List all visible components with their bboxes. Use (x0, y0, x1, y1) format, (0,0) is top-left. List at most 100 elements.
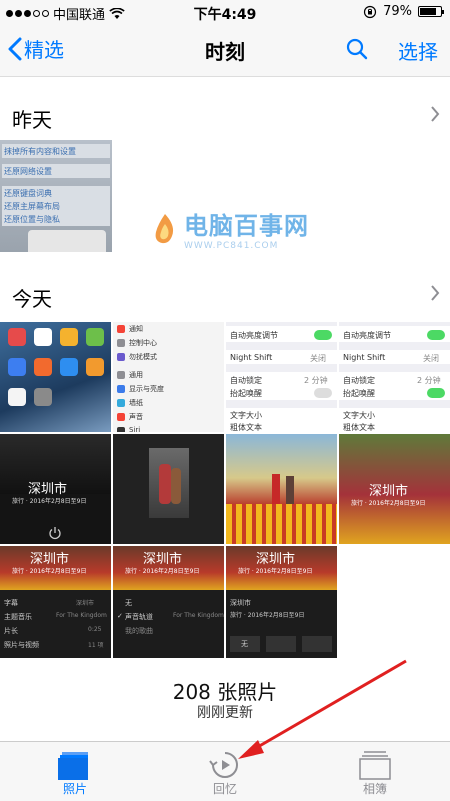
row-text: 粗体文本 (230, 423, 262, 432)
chevron-right-icon (431, 285, 440, 301)
settings-row-icon (117, 371, 125, 379)
battery-percent: 79% (383, 4, 412, 19)
watermark-logo: 电脑百事网 WWW.PC841.COM (152, 206, 309, 251)
tab-label: 相簿 (362, 782, 387, 796)
section-header-today[interactable]: 今天 (0, 263, 450, 323)
memory-title: 深圳市 (369, 484, 409, 499)
back-label: 精选 (24, 38, 64, 62)
photo-thumbnail-memory-cover[interactable]: 深圳市 旅行 · 2016年2月8日至9日 (339, 434, 450, 544)
row-text: 片长 (4, 627, 18, 635)
photo-count: 208 张照片 (172, 680, 278, 704)
tab-label: 照片 (62, 782, 87, 796)
memory-subtitle: 旅行 · 2016年2月8日至9日 (351, 500, 426, 507)
settings-row-text: 声音 (129, 413, 143, 421)
memory-title: 深圳市 (30, 552, 70, 567)
chevron-right-icon (431, 106, 440, 122)
photo-thumbnail-blurred-people[interactable] (113, 434, 224, 544)
settings-row-icon (117, 427, 125, 432)
row-text: 还原网络设置 (4, 167, 52, 176)
section-title: 今天 (12, 287, 52, 311)
tab-photos[interactable]: 照片 (0, 742, 150, 801)
photo-thumbnail-display-settings[interactable]: 自动亮度调节 Night Shift 关闭 自动锁定 2 分钟 抬起唤醒 文字大… (226, 322, 337, 432)
photo-thumbnail-home-screen[interactable] (0, 322, 111, 432)
settings-row-icon (117, 413, 125, 421)
tab-memories[interactable]: 回忆 (150, 742, 300, 801)
tab-albums[interactable]: 相簿 (300, 742, 450, 801)
tab-bar: 照片 回忆 相簿 (0, 741, 450, 801)
settings-row-text: Siri (129, 426, 141, 432)
section-header-yesterday[interactable]: 昨天 (0, 84, 450, 144)
row-text: 我的歌曲 (125, 627, 153, 635)
row-text: Night Shift (230, 353, 273, 362)
settings-row-text: 勿扰模式 (129, 353, 157, 361)
select-button[interactable]: 选择 (398, 36, 438, 65)
photo-thumbnail-settings-list[interactable]: 通知 控制中心 勿扰模式 通用 显示与亮度 墙纸 声音 Siri (113, 322, 224, 432)
row-text: 抬起唤醒 (343, 389, 375, 398)
photo-thumbnail-display-settings-2[interactable]: 自动亮度调节 Night Shift 关闭 自动锁定 2 分钟 抬起唤醒 文字大… (339, 322, 450, 432)
power-icon (49, 527, 61, 540)
row-value: For The Kingdom (56, 612, 107, 619)
watermark-url: WWW.PC841.COM (184, 241, 279, 251)
row-text: 声音轨道 (125, 613, 153, 621)
navigation-bar: 精选 时刻 选择 (0, 24, 450, 77)
row-text: 自动亮度调节 (343, 331, 391, 340)
row-text: 文字大小 (343, 411, 375, 420)
memory-title: 深圳市 (28, 482, 68, 497)
settings-row-icon (117, 325, 125, 333)
row-text: 主题音乐 (4, 613, 32, 621)
battery-icon (418, 6, 444, 17)
row-value: 2 分钟 (417, 376, 441, 385)
row-text: 字幕 (4, 599, 18, 607)
row-text: 文字大小 (230, 411, 262, 420)
row-value: 2 分钟 (304, 376, 328, 385)
page-title: 时刻 (205, 40, 245, 64)
row-value: 关闭 (423, 354, 439, 363)
back-button[interactable]: 精选 (8, 34, 64, 63)
row-text: 粗体文本 (343, 423, 375, 432)
settings-row-text: 通知 (129, 325, 143, 333)
row-text: 还原主屏幕布局 (4, 202, 60, 211)
memory-subtitle: 旅行 · 2016年2月8日至9日 (125, 568, 200, 575)
row-text: 还原键盘词典 (4, 189, 52, 198)
memory-title: 深圳市 (143, 552, 183, 567)
photo-thumbnail-memory-edit[interactable]: 深圳市 旅行 · 2016年2月8日至9日 深圳市 旅行 · 2016年2月8日… (226, 546, 337, 658)
row-value: For The Kingdom (173, 612, 224, 619)
memory-subtitle: 旅行 · 2016年2月8日至9日 (12, 568, 87, 575)
row-text: 无 (125, 599, 132, 607)
row-text: 抹掉所有内容和设置 (4, 147, 76, 156)
memory-title: 深圳市 (256, 552, 296, 567)
settings-row-icon (117, 385, 125, 393)
photo-thumbnail-music-picker[interactable]: 深圳市 旅行 · 2016年2月8日至9日 无 ✓ 声音轨道 For The K… (113, 546, 224, 658)
row-text: 深圳市 (230, 599, 251, 607)
row-value: 关闭 (310, 354, 326, 363)
row-value: 深圳市 (76, 600, 95, 607)
row-value: 11 项 (88, 642, 104, 649)
search-button[interactable] (346, 38, 368, 64)
row-text: 还原位置与隐私 (4, 215, 60, 224)
settings-row-icon (117, 399, 125, 407)
chevron-left-icon (8, 37, 22, 60)
option-text: 无 (241, 640, 248, 648)
section-title: 昨天 (12, 108, 52, 132)
row-text: 自动锁定 (343, 376, 375, 385)
updated-label: 刚刚更新 (197, 705, 253, 721)
settings-row-icon (117, 353, 125, 361)
photos-tab-icon (58, 752, 88, 780)
settings-row-text: 控制中心 (129, 339, 157, 347)
photo-thumbnail-memory-loading[interactable]: 深圳市 旅行 · 2016年2月8日至9日 (0, 434, 111, 544)
photo-thumbnail-flower-market[interactable] (226, 434, 337, 544)
status-bar: 中国联通 下午4:49 79% (0, 0, 450, 24)
row-value: 0:25 (88, 626, 102, 633)
row-text: 旅行 · 2016年2月8日至9日 (230, 612, 305, 619)
photo-thumbnail-memory-settings[interactable]: 深圳市 旅行 · 2016年2月8日至9日 字幕 深圳市 主题音乐 For Th… (0, 546, 111, 658)
settings-row-text: 通用 (129, 371, 143, 379)
flame-logo-icon (155, 213, 174, 243)
row-text: 自动锁定 (230, 376, 262, 385)
settings-row-icon (117, 339, 125, 347)
settings-row-text: 显示与亮度 (129, 385, 164, 393)
tab-label: 回忆 (212, 782, 237, 796)
search-icon (346, 38, 368, 60)
memories-tab-icon (209, 752, 238, 778)
memory-subtitle: 旅行 · 2016年2月8日至9日 (238, 568, 313, 575)
photo-thumbnail-settings-reset[interactable]: 抹掉所有内容和设置 还原网络设置 还原键盘词典 还原主屏幕布局 还原位置与隐私 (0, 140, 112, 252)
